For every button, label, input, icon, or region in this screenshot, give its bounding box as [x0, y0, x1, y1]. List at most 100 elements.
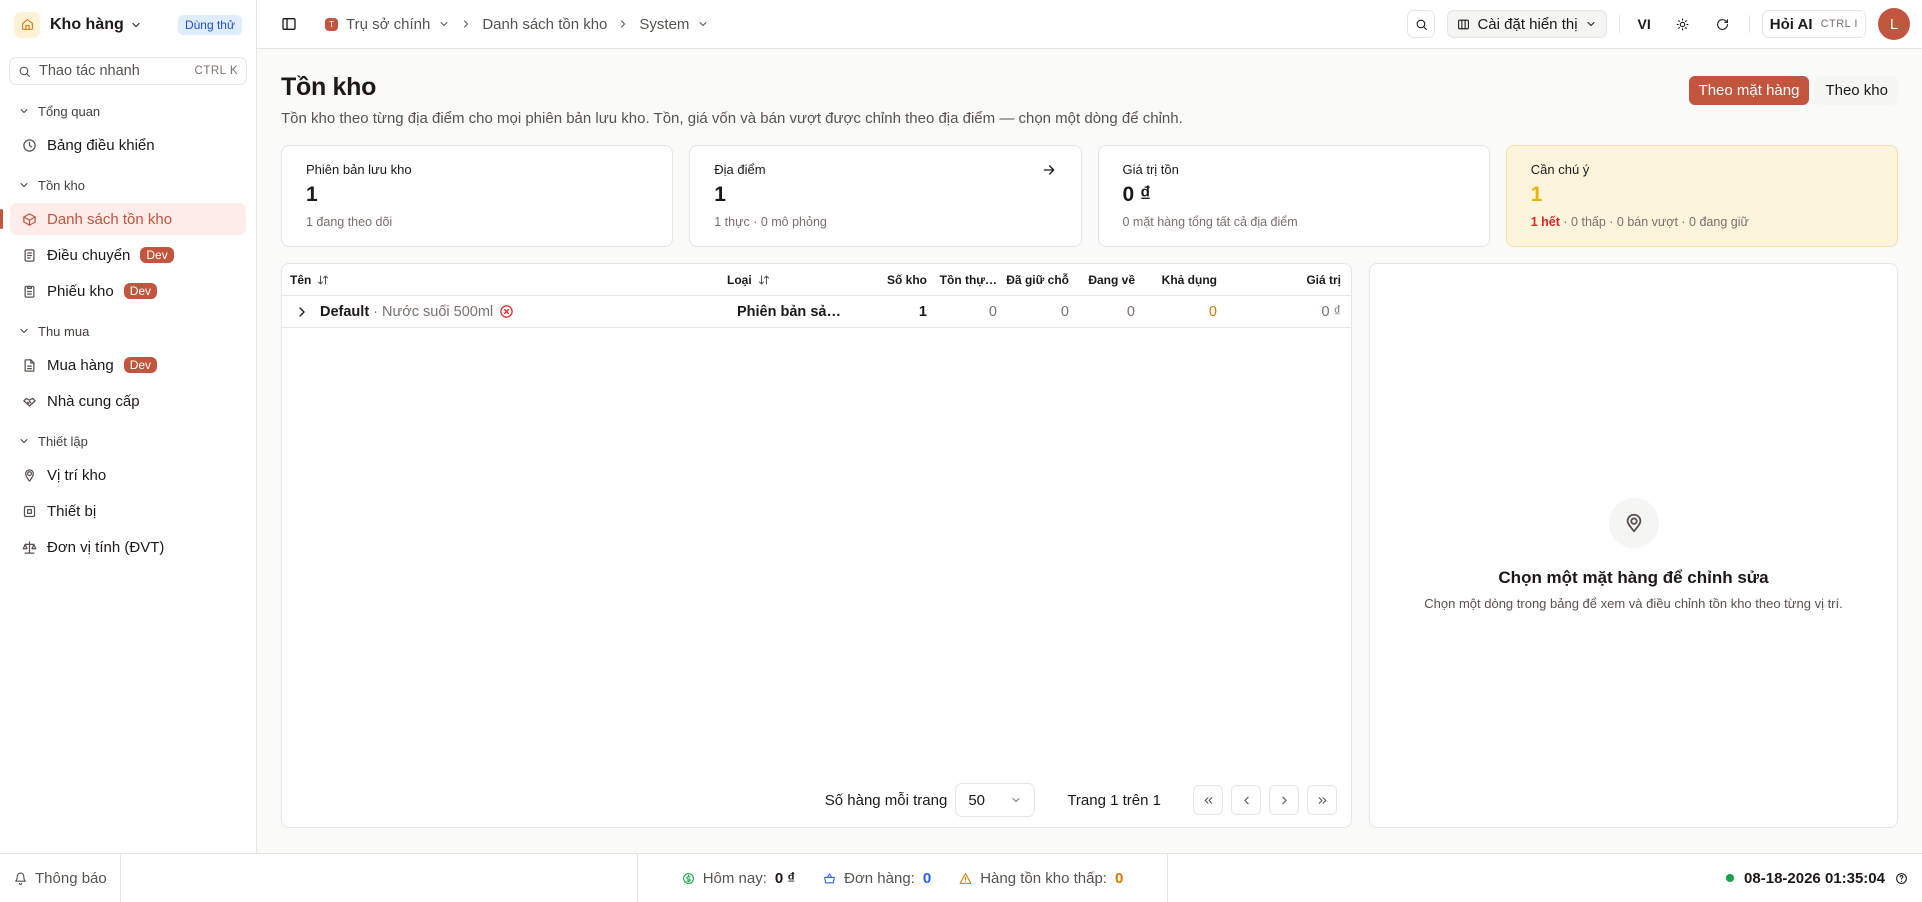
detail-panel: Chọn một mặt hàng để chỉnh sửa Chọn một … — [1369, 263, 1898, 828]
inventory-table: Tên Loại Số kho Tồn thự… Đã giữ chỗ Đang… — [281, 263, 1352, 828]
chevron-down-icon — [1012, 798, 1020, 802]
column-value[interactable]: Giá trị — [1217, 273, 1341, 287]
search-icon — [1416, 19, 1427, 30]
theme-toggle-button[interactable] — [1669, 10, 1697, 38]
refresh-button[interactable] — [1709, 10, 1737, 38]
view-by-warehouse-button[interactable]: Theo kho — [1815, 76, 1898, 105]
sidebar-item-label: Vị trí kho — [47, 466, 107, 484]
stat-value: 1 — [1530, 183, 1543, 206]
stat-card-locations[interactable]: Địa điểm 1 1 thực · 0 mô phỏng — [689, 145, 1082, 247]
rows-per-page-select[interactable]: 50 — [955, 783, 1036, 817]
quick-action-shortcut: CTRL K — [194, 65, 238, 77]
chevron-down-icon — [132, 22, 140, 27]
stat-value: 1 — [306, 183, 318, 206]
view-by-item-button[interactable]: Theo mặt hàng — [1688, 76, 1810, 105]
breadcrumb-context-label: System — [639, 15, 690, 33]
sidebar-item-suppliers[interactable]: Nhà cung cấp — [10, 385, 246, 417]
nav-group-toggle[interactable]: Tồn kho — [0, 175, 256, 195]
sidebar-item-label: Danh sách tồn kho — [47, 210, 173, 228]
app-header: Kho hàng Dùng thử — [0, 0, 256, 49]
chevron-down-icon — [20, 109, 28, 113]
divider — [1618, 15, 1620, 33]
org-badge: T — [325, 17, 338, 31]
app-switcher[interactable]: Kho hàng — [50, 16, 142, 34]
cell-name: Default · Nước suối 500ml — [282, 304, 719, 320]
sun-icon — [1676, 18, 1689, 30]
column-label: Loại — [727, 272, 752, 287]
sidebar-item-locations[interactable]: Vị trí kho — [10, 459, 246, 491]
column-label: Tên — [290, 272, 312, 287]
nav-group-purchasing: Thu mua Mua hàng Dev Nhà cung cấp — [0, 321, 256, 417]
dev-badge: Dev — [140, 247, 174, 263]
top-bar: T Trụ sở chính Danh sách tồn kho System … — [257, 0, 1922, 49]
sidebar-item-units[interactable]: Đơn vị tính (ĐVT) — [10, 531, 246, 563]
sidebar-item-transfer[interactable]: Điều chuyển Dev — [10, 239, 246, 271]
chevrons-right-icon — [1318, 796, 1326, 804]
avatar[interactable]: L — [1878, 8, 1910, 40]
next-page-button[interactable] — [1269, 785, 1299, 815]
sidebar-item-purchase[interactable]: Mua hàng Dev — [10, 349, 246, 381]
status-bar: Thông báo Hôm nay: 0 ₫ Đơn hàng: 0 Hàng … — [0, 853, 1922, 902]
table-header: Tên Loại Số kho Tồn thự… Đã giữ chỗ Đang… — [282, 264, 1351, 296]
sidebar-item-stock-voucher[interactable]: Phiếu kho Dev — [10, 275, 246, 307]
ask-ai-button[interactable]: Hỏi AI CTRL I — [1761, 10, 1866, 38]
stat-note: 1 thực · 0 mô phỏng — [714, 215, 827, 229]
table-row[interactable]: Default · Nước suối 500ml Phiên bản sả… … — [282, 296, 1351, 328]
notifications-button[interactable]: Thông báo — [0, 854, 121, 902]
column-available[interactable]: Khả dụng — [1135, 273, 1217, 287]
chevron-right-icon[interactable] — [294, 304, 310, 320]
help-circle-icon[interactable] — [1895, 872, 1908, 885]
handshake-icon — [23, 397, 36, 406]
detail-empty-subtitle: Chọn một dòng trong bảng để xem và điều … — [1424, 596, 1843, 611]
column-on-hand[interactable]: Tồn thự… — [927, 273, 997, 287]
first-page-button[interactable] — [1193, 785, 1223, 815]
sidebar-item-inventory-list[interactable]: Danh sách tồn kho — [0, 203, 246, 235]
nav-group-toggle[interactable]: Thiết lập — [0, 431, 256, 451]
page-subtitle: Tồn kho theo từng địa điểm cho mọi phiên… — [281, 110, 1183, 127]
sidebar-item-dashboard[interactable]: Bảng điều khiển — [10, 129, 246, 161]
divider — [1748, 15, 1750, 33]
stat-value: 1 — [714, 183, 726, 206]
dashboard-icon — [23, 138, 36, 152]
chevron-down-icon — [699, 22, 707, 26]
search-button[interactable] — [1407, 10, 1436, 38]
clipboard-icon — [24, 285, 35, 298]
rows-per-page-value: 50 — [968, 791, 986, 809]
map-pin-icon — [1608, 498, 1659, 548]
chevron-right-icon — [1281, 796, 1287, 804]
today-value: 0 ₫ — [774, 869, 796, 887]
attention-breakdown: · 0 thấp · 0 bán vượt · 0 đang giữ — [1559, 215, 1749, 229]
sidebar: Kho hàng Dùng thử Thao tác nhanh CTRL K … — [0, 0, 257, 853]
language-switch[interactable]: VI — [1632, 16, 1657, 32]
nav-group-toggle[interactable]: Tổng quan — [0, 101, 256, 121]
breadcrumb: T Trụ sở chính Danh sách tồn kho System — [325, 16, 709, 33]
sidebar-item-devices[interactable]: Thiết bị — [10, 495, 246, 527]
location-icon — [25, 468, 34, 482]
status-metrics: Hôm nay: 0 ₫ Đơn hàng: 0 Hàng tồn kho th… — [637, 854, 1168, 902]
store-icon — [14, 11, 40, 38]
column-incoming[interactable]: Đang về — [1069, 273, 1135, 287]
chevron-left-icon — [1243, 796, 1249, 804]
last-page-button[interactable] — [1307, 785, 1337, 815]
column-name[interactable]: Tên — [282, 273, 719, 287]
column-location-count[interactable]: Số kho — [849, 273, 927, 287]
rows-per-page-label: Số hàng mỗi trang — [824, 791, 948, 809]
nav-group-toggle[interactable]: Thu mua — [0, 321, 256, 341]
low-stock-label: Hàng tồn kho thấp: — [980, 869, 1107, 887]
previous-page-button[interactable] — [1231, 785, 1261, 815]
breadcrumb-org[interactable]: T Trụ sở chính — [325, 16, 450, 33]
search-icon — [19, 66, 30, 77]
display-settings-dropdown[interactable]: Cài đặt hiển thị — [1447, 10, 1607, 38]
chevron-right-icon — [621, 20, 626, 28]
column-reserved[interactable]: Đã giữ chỗ — [997, 273, 1069, 287]
stat-card-stock-value: Giá trị tồn 0 ₫ 0 mặt hàng tổng tất cả đ… — [1097, 145, 1490, 247]
clock: 08-18-2026 01:35:04 — [1744, 869, 1885, 887]
scale-icon — [22, 540, 37, 554]
breadcrumb-page[interactable]: Danh sách tồn kho — [482, 16, 607, 33]
quick-action-search[interactable]: Thao tác nhanh CTRL K — [9, 57, 247, 85]
sidebar-item-label: Điều chuyển — [47, 246, 131, 264]
column-type[interactable]: Loại — [719, 273, 849, 287]
toggle-sidebar-button[interactable] — [275, 10, 303, 38]
breadcrumb-context[interactable]: System — [639, 16, 709, 33]
chevron-down-icon — [20, 439, 28, 443]
